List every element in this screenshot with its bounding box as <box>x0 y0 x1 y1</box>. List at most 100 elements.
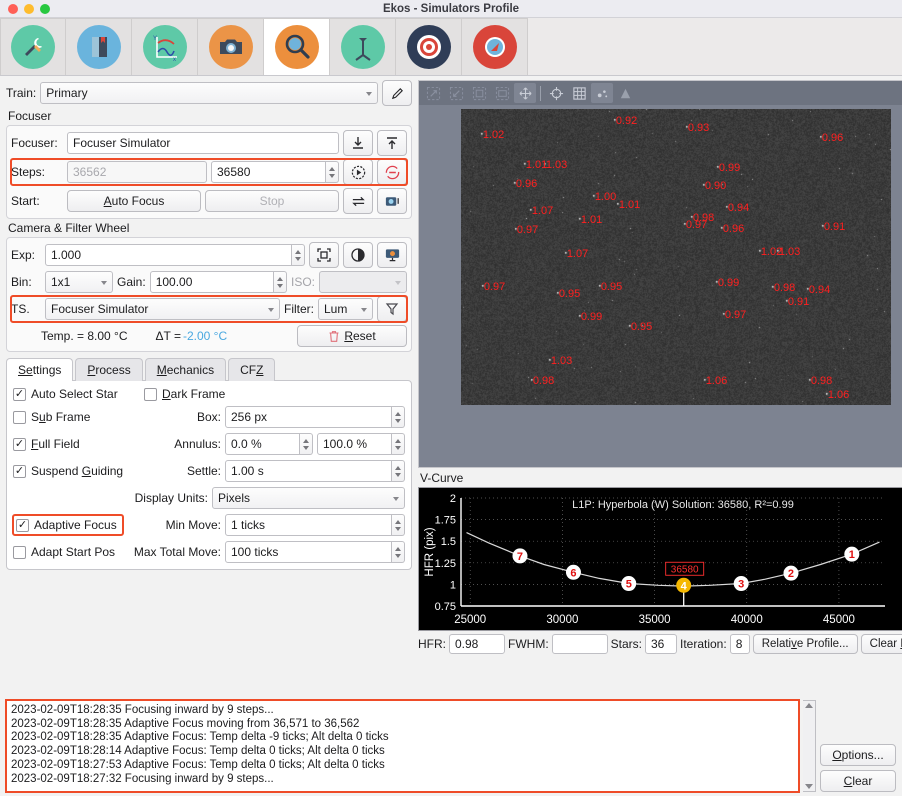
pan-button[interactable] <box>514 83 536 103</box>
window-controls[interactable] <box>0 4 50 14</box>
max-total-move-spinner[interactable] <box>392 541 405 563</box>
gain-field[interactable]: 100.00 <box>150 271 274 293</box>
focus-out-button[interactable] <box>377 130 407 156</box>
steps-current-field: 36562 <box>67 161 207 183</box>
tab-process[interactable]: Process <box>75 358 142 381</box>
scroll-up-arrow[interactable] <box>805 703 813 708</box>
annulus-inner-field[interactable]: 0.0 % <box>225 433 300 455</box>
tab-scheduler[interactable] <box>66 18 132 75</box>
capture-button[interactable] <box>377 188 407 214</box>
auto-select-star-checkbox[interactable]: ✓ Auto Select Star <box>13 387 118 401</box>
data-point-label: 6 <box>570 567 576 579</box>
x-tick-label: 40000 <box>731 614 763 626</box>
train-edit-button[interactable] <box>382 80 412 106</box>
focus-in-button[interactable] <box>343 130 373 156</box>
annulus-outer-spinner[interactable] <box>392 433 405 455</box>
stop-focus-button[interactable] <box>377 159 407 185</box>
suspend-guiding-checkbox[interactable]: ✓ Suspend Guiding <box>13 464 123 478</box>
exp-spinner[interactable] <box>292 244 305 266</box>
bin-label: Bin: <box>11 275 41 289</box>
steps-target-field[interactable]: 36580 <box>211 161 326 183</box>
train-select[interactable]: Primary <box>40 82 378 104</box>
sub-frame-checkbox[interactable]: Sub Frame <box>13 410 90 424</box>
dark-frame-checkbox[interactable]: Dark Frame <box>144 387 225 401</box>
zoom-fit-button[interactable] <box>468 83 490 103</box>
display-units-select[interactable]: Pixels <box>212 487 405 509</box>
tab-guide[interactable] <box>462 18 528 75</box>
loop-button[interactable] <box>343 188 373 214</box>
settings-tab-strip[interactable]: Settings Process Mechanics CFZ <box>6 358 412 381</box>
stop-button[interactable]: Stop <box>205 190 339 212</box>
box-spinner[interactable] <box>392 406 405 428</box>
full-field-checkbox[interactable]: ✓ Full Field <box>13 437 80 451</box>
relative-profile-button[interactable]: Relative Profile... <box>753 634 858 654</box>
crosshair-button[interactable] <box>545 83 567 103</box>
scroll-down-arrow[interactable] <box>805 784 813 789</box>
min-move-field[interactable]: 1 ticks <box>225 514 392 536</box>
tab-cfz[interactable]: CFZ <box>228 358 275 381</box>
annulus-inner-spinner[interactable] <box>300 433 313 455</box>
focuser-device-row: Focuser: Focuser Simulator <box>11 130 407 156</box>
annulus-outer-field[interactable]: 100.0 % <box>317 433 392 455</box>
star-profile-button[interactable] <box>591 83 613 103</box>
tab-align[interactable] <box>396 18 462 75</box>
gain-spinner[interactable] <box>274 271 287 293</box>
clear-data-button[interactable]: Clear Data <box>861 634 902 654</box>
min-move-spinner[interactable] <box>392 514 405 536</box>
tab-settings[interactable]: Settings <box>6 358 73 381</box>
vcurve-panel[interactable]: 0.75 1 1.25 1.5 1.75 2 25000 30000 35000 40000 450… <box>418 487 902 631</box>
zoom-out-button[interactable] <box>445 83 467 103</box>
reset-button[interactable]: Reset <box>297 325 407 347</box>
log-scrollbar[interactable] <box>803 700 816 792</box>
solution-label: 36580 <box>671 564 699 575</box>
exp-field[interactable]: 1.000 <box>45 244 292 266</box>
tab-capture[interactable] <box>198 18 264 75</box>
zoom-in-button[interactable] <box>422 83 444 103</box>
log-output[interactable]: 2023-02-09T18:28:35 Focusing inward by 9… <box>6 700 799 792</box>
grid-button[interactable] <box>568 83 590 103</box>
histogram-icon <box>618 86 633 101</box>
bin-select[interactable]: 1x1 <box>45 271 113 293</box>
image-toolbar[interactable] <box>419 81 902 105</box>
clear-log-button[interactable]: Clear <box>820 770 896 792</box>
auto-focus-button[interactable]: Auto Focus <box>67 190 201 212</box>
steps-target-spinner[interactable] <box>326 161 339 183</box>
trash-icon <box>328 330 340 343</box>
filter-funnel-icon <box>384 301 400 317</box>
ts-select[interactable]: Focuser Simulator <box>45 298 280 320</box>
star-hfr-label: 0.98 <box>533 375 554 387</box>
close-button[interactable] <box>8 4 18 14</box>
window-title: Ekos - Simulators Profile <box>0 3 902 15</box>
tab-mount[interactable] <box>330 18 396 75</box>
adapt-start-pos-checkbox[interactable]: Adapt Start Pos <box>13 545 115 559</box>
box-field[interactable]: 256 px <box>225 406 392 428</box>
adaptive-focus-checkbox[interactable]: ✓ Adaptive Focus <box>13 515 123 535</box>
frame-settings-button[interactable] <box>309 242 339 268</box>
star-field-image[interactable]: 1.02 0.92 0.93 0.96 1.01 1.03 0.99 0.96 0.90 1.00… <box>461 109 891 408</box>
fit-curve <box>467 533 880 587</box>
focuser-device-value[interactable]: Focuser Simulator <box>67 132 339 154</box>
dark-frame-button[interactable] <box>343 242 373 268</box>
exposure-row: Exp: 1.000 <box>11 242 407 268</box>
suspend-guiding-label: Suspend Guiding <box>31 464 123 478</box>
histogram-button[interactable] <box>614 83 636 103</box>
data-point-label: 1 <box>849 549 855 561</box>
maximize-button[interactable] <box>40 4 50 14</box>
preview-button[interactable] <box>377 242 407 268</box>
tab-focus[interactable] <box>264 18 330 75</box>
adaptive-focus-label: Adaptive Focus <box>34 518 117 532</box>
settle-spinner[interactable] <box>392 460 405 482</box>
tab-analyze[interactable]: Y x <box>132 18 198 75</box>
filter-select[interactable]: Lum <box>318 298 373 320</box>
filter-settings-button[interactable] <box>377 296 407 322</box>
zoom-actual-button[interactable] <box>491 83 513 103</box>
options-button[interactable]: Options... <box>820 744 896 766</box>
settle-field[interactable]: 1.00 s <box>225 460 392 482</box>
tab-setup[interactable] <box>0 18 66 75</box>
goto-button[interactable] <box>343 159 373 185</box>
focus-out-icon <box>384 135 400 151</box>
max-total-move-field[interactable]: 100 ticks <box>225 541 392 563</box>
module-tab-strip[interactable]: Y x <box>0 18 902 76</box>
minimize-button[interactable] <box>24 4 34 14</box>
tab-mechanics[interactable]: Mechanics <box>145 358 226 381</box>
